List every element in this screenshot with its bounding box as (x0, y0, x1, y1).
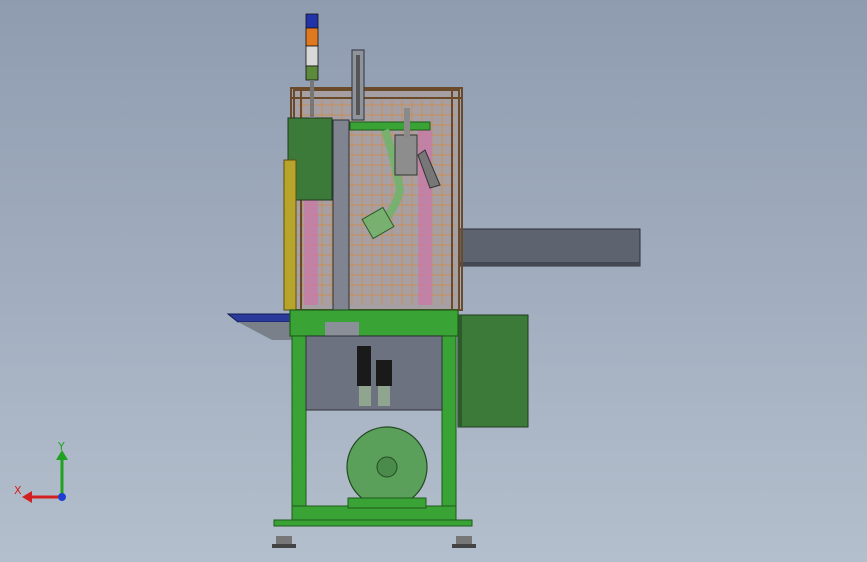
air-tank[interactable] (346, 426, 428, 509)
z-axis-icon (58, 493, 66, 501)
cad-viewport[interactable]: Y X (0, 0, 867, 562)
machine-assembly-drawing[interactable] (0, 0, 867, 562)
side-conveyor[interactable] (454, 228, 641, 267)
x-axis-label: X (14, 484, 22, 497)
side-cabinet[interactable] (457, 314, 529, 428)
axis-triad: Y X (14, 440, 68, 503)
y-axis-label: Y (57, 440, 65, 453)
leveling-feet[interactable] (272, 536, 476, 548)
